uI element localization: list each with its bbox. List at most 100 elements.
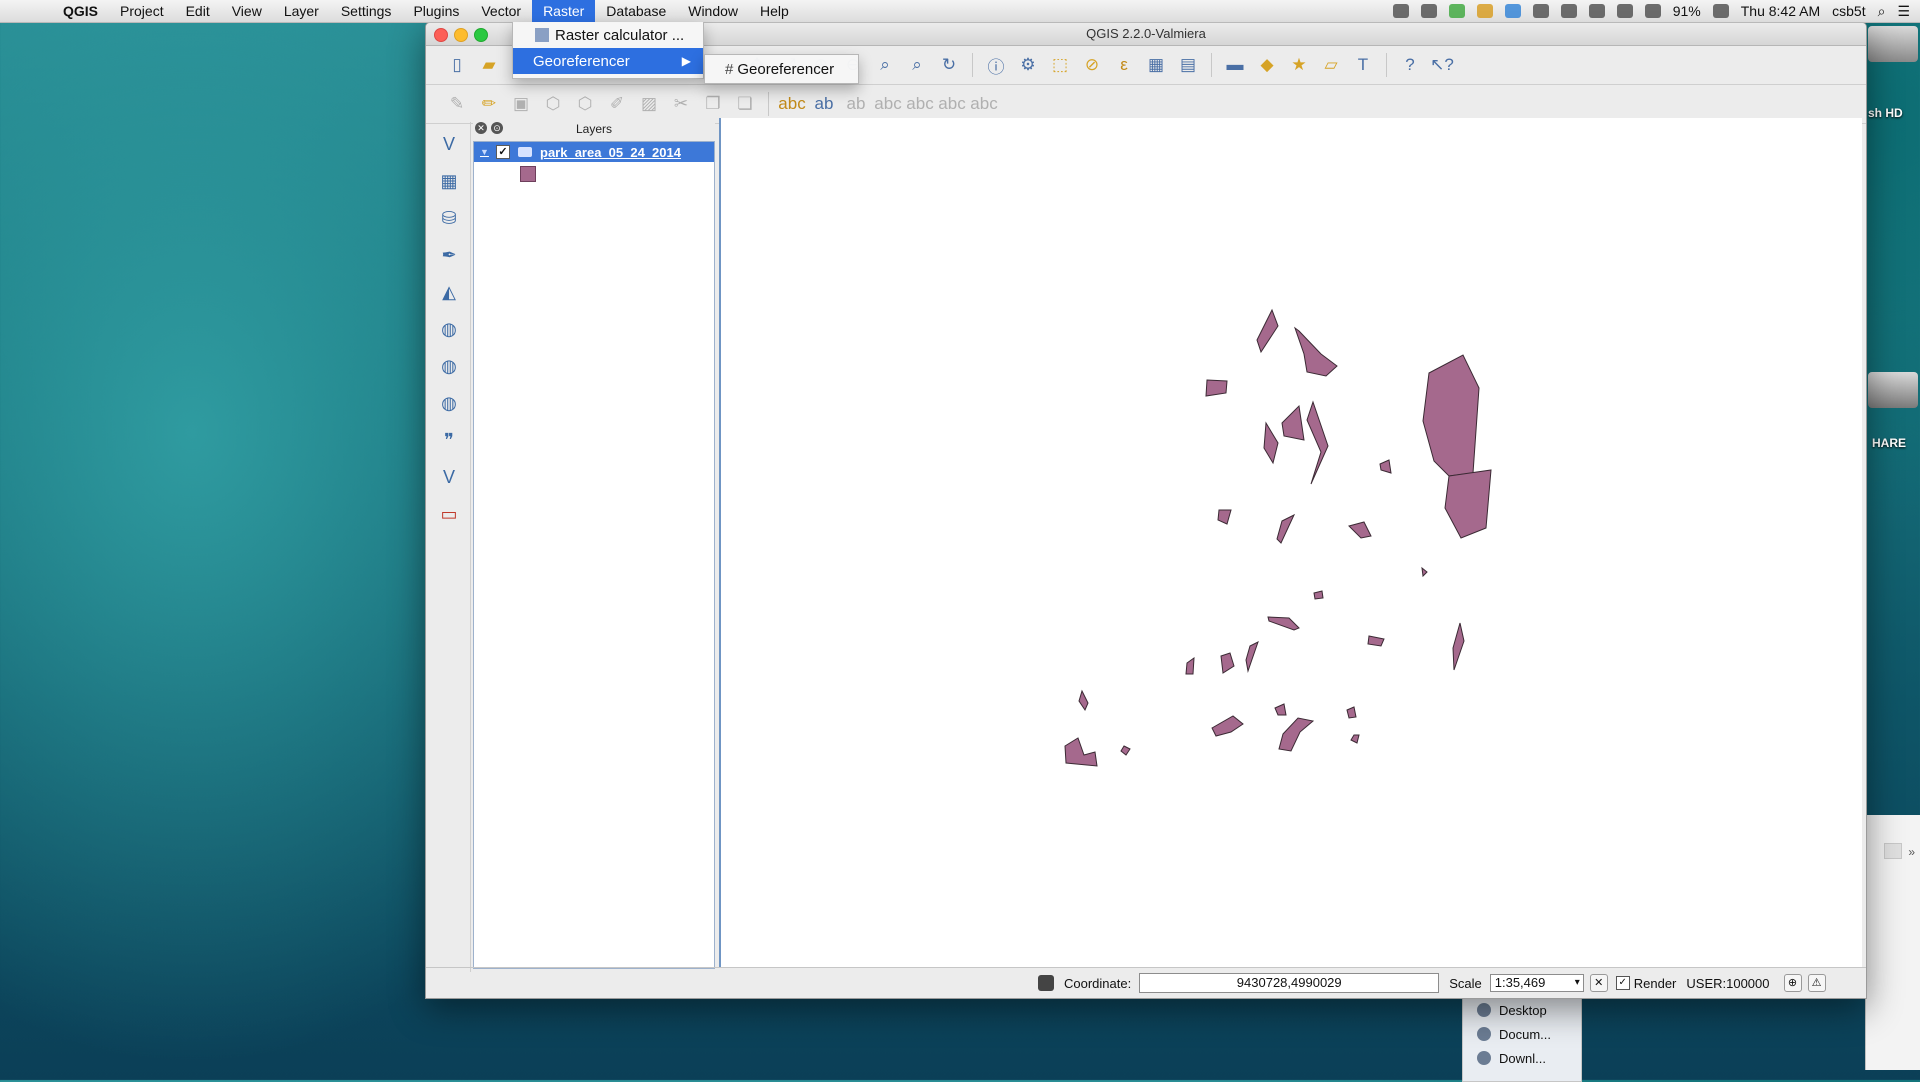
toggle-editing-icon[interactable]: ✏: [476, 91, 502, 117]
attribute-table-icon[interactable]: ▦: [1143, 52, 1169, 78]
add-mssql-layer-icon[interactable]: ◭: [434, 277, 464, 307]
menu-window[interactable]: Window: [677, 0, 749, 22]
coordinate-field[interactable]: 9430728,4990029: [1139, 973, 1440, 993]
current-edits-icon[interactable]: ✎: [444, 91, 470, 117]
menu-raster[interactable]: Raster: [532, 0, 596, 22]
move-feature-icon[interactable]: ⬡: [572, 91, 598, 117]
sidebar-item-downloads[interactable]: Downl...: [1463, 1046, 1581, 1070]
status-app-icon[interactable]: [1392, 4, 1409, 18]
add-feature-icon[interactable]: ⬡: [540, 91, 566, 117]
label-pin-icon[interactable]: ab: [811, 91, 837, 117]
label-rotate-icon[interactable]: abc: [938, 91, 965, 117]
menu-layer[interactable]: Layer: [273, 0, 330, 22]
menu-view[interactable]: View: [221, 0, 273, 22]
add-spatialite-layer-icon[interactable]: ✒: [434, 240, 464, 270]
add-postgis-layer-icon[interactable]: ⛁: [434, 203, 464, 233]
action-icon[interactable]: ⚙: [1015, 52, 1041, 78]
new-shapefile-icon[interactable]: V: [434, 462, 464, 492]
status-headphones-icon[interactable]: [1476, 4, 1493, 18]
cut-features-icon[interactable]: ✂: [668, 91, 694, 117]
paste-features-icon[interactable]: ❏: [732, 91, 758, 117]
open-project-icon[interactable]: ▰: [476, 52, 502, 78]
georeferencer-submenu[interactable]: # Georeferencer: [704, 54, 859, 84]
add-wms-layer-icon[interactable]: ◍: [434, 314, 464, 344]
status-dropbox-icon[interactable]: [1504, 4, 1521, 18]
desktop-share-drive[interactable]: HARE: [1868, 372, 1920, 452]
status-plus-icon[interactable]: [1448, 4, 1465, 18]
menu-plugins[interactable]: Plugins: [402, 0, 470, 22]
zoom-last-icon[interactable]: ⌕: [904, 52, 930, 78]
add-wfs-layer-icon[interactable]: ◍: [434, 388, 464, 418]
new-project-icon[interactable]: ▯: [444, 52, 470, 78]
label-show-hide-icon[interactable]: abc: [874, 91, 901, 117]
menubar-user[interactable]: csb5t: [1832, 3, 1865, 19]
delete-selected-icon[interactable]: ▨: [636, 91, 662, 117]
expand-arrow-icon[interactable]: ▼: [480, 147, 490, 157]
battery-icon[interactable]: [1712, 4, 1729, 18]
add-raster-layer-icon[interactable]: ▦: [434, 166, 464, 196]
menu-vector[interactable]: Vector: [470, 0, 532, 22]
show-bookmarks-icon[interactable]: ▱: [1318, 52, 1344, 78]
battery-percent[interactable]: 91%: [1673, 3, 1701, 19]
menu-app-qgis[interactable]: QGIS: [52, 0, 109, 22]
status-volume-icon[interactable]: [1644, 4, 1661, 18]
map-tips-icon[interactable]: ◆: [1254, 52, 1280, 78]
field-calculator-icon[interactable]: ▤: [1175, 52, 1201, 78]
layer-symbol-swatch[interactable]: [520, 166, 536, 182]
crs-status[interactable]: USER:100000: [1686, 976, 1769, 991]
select-features-icon[interactable]: ⬚: [1047, 52, 1073, 78]
scale-combobox[interactable]: 1:35,469: [1489, 974, 1584, 992]
save-edits-icon[interactable]: ▣: [508, 91, 534, 117]
help-contents-icon[interactable]: ?: [1397, 52, 1423, 78]
new-bookmark-icon[interactable]: ★: [1286, 52, 1312, 78]
render-checkbox[interactable]: ✓: [1615, 976, 1630, 990]
menu-database[interactable]: Database: [595, 0, 677, 22]
menu-item-raster-calculator[interactable]: Raster calculator ...: [513, 22, 703, 48]
label-move-icon[interactable]: abc: [906, 91, 933, 117]
notification-list-icon[interactable]: ☰: [1897, 3, 1910, 20]
menu-edit[interactable]: Edit: [175, 0, 221, 22]
node-tool-icon[interactable]: ✐: [604, 91, 630, 117]
add-wcs-layer-icon[interactable]: ◍: [434, 351, 464, 381]
menu-settings[interactable]: Settings: [330, 0, 403, 22]
stop-render-icon[interactable]: ✕: [1589, 974, 1608, 992]
menubar-clock[interactable]: Thu 8:42 AM: [1741, 3, 1820, 19]
identify-icon[interactable]: ⓘ: [983, 52, 1009, 78]
messages-warning-icon[interactable]: ⚠: [1807, 974, 1826, 992]
finder-overflow-icon[interactable]: »: [1908, 845, 1915, 859]
layer-labeling-icon[interactable]: abc: [778, 91, 805, 117]
desktop-hard-disk[interactable]: sh HD: [1868, 26, 1920, 120]
status-bluetooth-icon[interactable]: [1588, 4, 1605, 18]
zoom-layer-icon[interactable]: ⌕: [872, 52, 898, 78]
status-bell-icon[interactable]: [1532, 4, 1549, 18]
menu-item-georeferencer[interactable]: Georeferencer ▶: [513, 48, 703, 74]
spotlight-icon[interactable]: ⌕: [1878, 3, 1886, 20]
apple-icon[interactable]: [20, 2, 38, 20]
menu-help[interactable]: Help: [749, 0, 800, 22]
layer-row[interactable]: ▼ ✓ park_area_05_24_2014: [474, 142, 714, 162]
sidebar-item-documents[interactable]: Docum...: [1463, 1022, 1581, 1046]
menu-project[interactable]: Project: [109, 0, 175, 22]
sidebar-item-desktop[interactable]: Desktop: [1463, 998, 1581, 1022]
remove-layer-icon[interactable]: ▭: [434, 499, 464, 529]
layer-visibility-checkbox[interactable]: ✓: [496, 145, 510, 159]
copy-features-icon[interactable]: ❐: [700, 91, 726, 117]
text-annotation-icon[interactable]: T: [1350, 52, 1376, 78]
label-change-icon[interactable]: abc: [970, 91, 997, 117]
toggle-extents-icon[interactable]: [1038, 975, 1054, 991]
refresh-icon[interactable]: ↻: [936, 52, 962, 78]
deselect-icon[interactable]: ⊘: [1079, 52, 1105, 78]
status-wifi-icon[interactable]: [1616, 4, 1633, 18]
add-delimited-text-icon[interactable]: ❞: [434, 425, 464, 455]
crs-projection-icon[interactable]: ⊕: [1783, 974, 1802, 992]
label-highlight-icon[interactable]: ab: [843, 91, 869, 117]
finder-toolbar-button[interactable]: [1884, 843, 1902, 859]
status-cloud-icon[interactable]: [1420, 4, 1437, 18]
expression-select-icon[interactable]: ε: [1111, 52, 1137, 78]
whats-this-icon[interactable]: ↖?: [1429, 52, 1455, 78]
map-canvas[interactable]: [719, 118, 1862, 968]
status-timemachine-icon[interactable]: [1560, 4, 1577, 18]
park-polygon: [1256, 308, 1279, 354]
measure-icon[interactable]: ▬: [1222, 52, 1248, 78]
add-vector-layer-icon[interactable]: V: [434, 129, 464, 159]
